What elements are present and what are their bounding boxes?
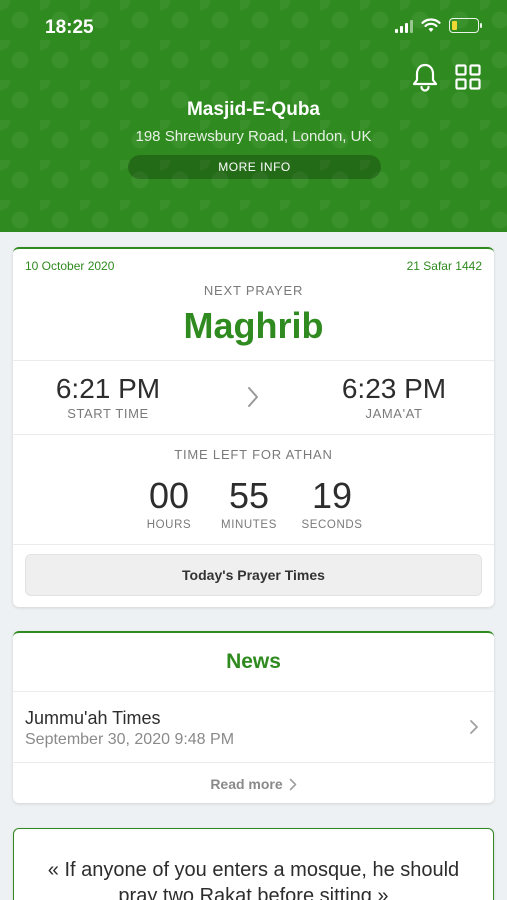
divider [13, 434, 494, 435]
seconds-value: 19 [311, 475, 353, 516]
read-more-label: Read more [210, 776, 283, 792]
status-time: 18:25 [45, 17, 94, 38]
news-title: News [226, 650, 281, 673]
chevron-right-icon [289, 778, 296, 791]
bell-icon[interactable] [411, 62, 439, 92]
divider [13, 544, 494, 545]
status-icons [395, 18, 482, 33]
quote-card: « If anyone of you enters a mosque, he s… [13, 828, 494, 900]
quote-text: « If anyone of you enters a mosque, he s… [47, 859, 460, 900]
read-more-link[interactable]: Read more [13, 776, 494, 792]
news-item-date: September 30, 2020 9:48 PM [25, 731, 235, 748]
wifi-icon [421, 18, 441, 32]
grid-icon[interactable] [455, 64, 481, 90]
start-time-label: START TIME [67, 406, 149, 421]
jamaat-time: 6:23 PM [341, 373, 447, 404]
hours-countdown: 00 HOURS [129, 475, 209, 531]
header-banner: 18:25 Masjid-E-Quba 198 Shrewsbury Road,… [0, 0, 507, 232]
hours-label: HOURS [146, 519, 192, 531]
divider [13, 762, 494, 763]
minutes-label: MINUTES [221, 519, 277, 531]
header-scallop-edge [0, 228, 507, 238]
seconds-countdown: 19 SECONDS [292, 475, 372, 531]
minutes-countdown: 55 MINUTES [209, 475, 289, 531]
more-info-button[interactable]: MORE INFO [128, 155, 381, 179]
jamaat-time-block: 6:23 PM JAMA'AT [294, 373, 494, 421]
hijri-date: 21 Safar 1442 [406, 259, 482, 273]
news-item-title: Jummu'ah Times [25, 708, 161, 728]
mosque-name: Masjid-E-Quba [186, 99, 320, 120]
hours-value: 00 [148, 475, 190, 516]
news-card: News Jummu'ah Times September 30, 2020 9… [13, 631, 494, 803]
signal-icon [395, 19, 413, 33]
start-time: 6:21 PM [55, 373, 161, 404]
seconds-label: SECONDS [301, 519, 363, 531]
todays-prayer-times-button[interactable]: Today's Prayer Times [25, 554, 482, 596]
prayer-card: 10 October 2020 21 Safar 1442 NEXT PRAYE… [13, 247, 494, 607]
start-time-block: 6:21 PM START TIME [13, 373, 208, 421]
divider [13, 360, 494, 361]
gregorian-date: 10 October 2020 [25, 259, 115, 273]
chevron-right-icon [248, 387, 258, 407]
chevron-right-icon [470, 720, 478, 734]
time-left-label: TIME LEFT FOR ATHAN [174, 447, 333, 462]
date-row: 10 October 2020 21 Safar 1442 [25, 259, 482, 273]
battery-icon [449, 18, 482, 33]
jamaat-time-label: JAMA'AT [365, 406, 423, 421]
next-prayer-label: NEXT PRAYER [203, 283, 304, 298]
next-prayer-name: Maghrib [183, 305, 324, 346]
minutes-value: 55 [228, 475, 270, 516]
divider [13, 691, 494, 692]
mosque-address: 198 Shrewsbury Road, London, UK [135, 128, 372, 145]
